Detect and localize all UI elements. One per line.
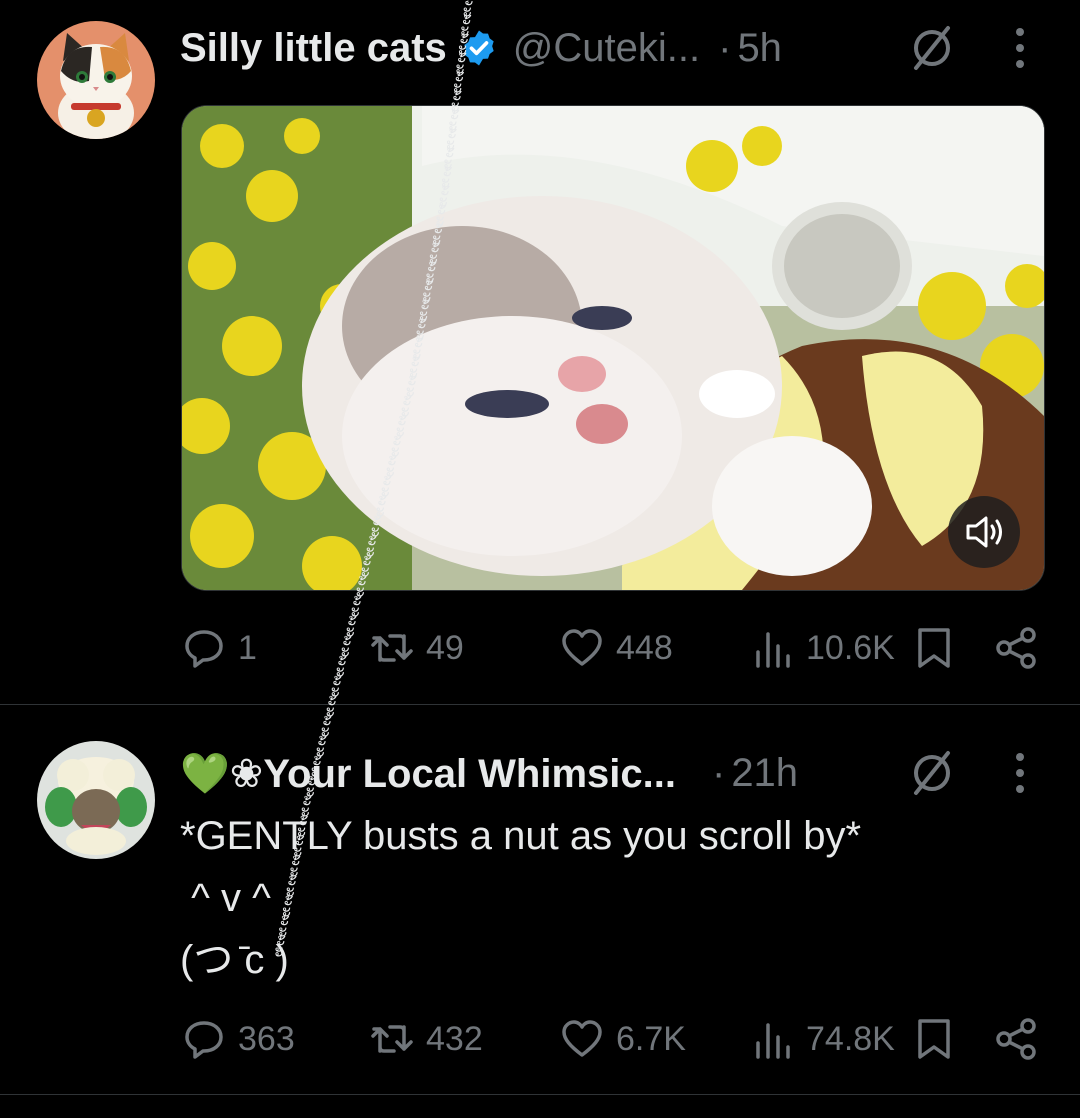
author-name[interactable]: 💚❀Your Local Whimsic... [180, 750, 676, 797]
kitten-video[interactable] [181, 105, 1045, 591]
share-icon [996, 1018, 1036, 1060]
avatar-calico-cat[interactable] [37, 21, 155, 139]
bookmark-button[interactable] [912, 1009, 968, 1069]
sound-toggle-button[interactable] [948, 496, 1020, 568]
more-options-icon[interactable] [1010, 749, 1030, 797]
reply-count: 1 [238, 628, 257, 667]
tweet-silly-little-cats[interactable]: Silly little cats @Cuteki... · 5h 1 49 4… [0, 0, 1080, 704]
share-button[interactable] [994, 1009, 1050, 1069]
bookmark-icon [918, 1019, 950, 1059]
share-button[interactable] [994, 618, 1050, 678]
like-button[interactable]: 448 [560, 618, 673, 678]
tweet-header: Silly little cats @Cuteki... · 5h [180, 20, 782, 76]
more-options-icon[interactable] [1010, 24, 1030, 72]
views-count: 74.8K [806, 1019, 895, 1058]
author-handle[interactable]: @Cuteki... [513, 26, 700, 71]
reply-count: 363 [238, 1019, 295, 1058]
tweet-text-line-2: ^ v ^ [180, 876, 271, 920]
reply-button[interactable]: 1 [182, 618, 257, 678]
reply-icon [185, 630, 223, 668]
tweet-text-line-1: *GENTLY busts a nut as you scroll by* [180, 814, 862, 858]
like-count: 6.7K [616, 1019, 686, 1058]
video-frame [182, 106, 1044, 590]
avatar-whimsicott[interactable] [37, 741, 155, 859]
grok-icon[interactable] [908, 24, 956, 72]
verified-badge-icon [464, 30, 494, 66]
heart-icon [562, 1020, 602, 1057]
views-count: 10.6K [806, 628, 895, 667]
timestamp[interactable]: 21h [731, 751, 798, 796]
tweet-actions: 1 49 448 10.6K [0, 618, 1080, 678]
tweet-actions: 363 432 6.7K 74.8K [0, 1009, 1080, 1069]
separator-dot: · [711, 750, 726, 795]
views-button[interactable]: 10.6K [750, 618, 895, 678]
tweet-divider [0, 1094, 1080, 1095]
tweet-your-local-whimsic[interactable]: 💚❀Your Local Whimsic... · 21h *GENTLY bu… [0, 705, 1080, 1095]
grok-icon[interactable] [908, 749, 956, 797]
retweet-button[interactable]: 49 [370, 618, 464, 678]
bookmark-button[interactable] [912, 618, 968, 678]
tweet-header: 💚❀Your Local Whimsic... · 21h [180, 745, 798, 801]
retweet-icon [371, 1025, 413, 1053]
views-button[interactable]: 74.8K [750, 1009, 895, 1069]
author-name[interactable]: Silly little cats [180, 26, 447, 71]
reply-icon [185, 1021, 223, 1059]
retweet-count: 432 [426, 1019, 483, 1058]
bookmark-icon [918, 628, 950, 668]
reply-button[interactable]: 363 [182, 1009, 295, 1069]
analytics-icon [756, 1023, 790, 1059]
like-button[interactable]: 6.7K [560, 1009, 686, 1069]
share-icon [996, 627, 1036, 669]
like-count: 448 [616, 628, 673, 667]
retweet-count: 49 [426, 628, 464, 667]
heart-icon [562, 629, 602, 666]
retweet-icon [371, 634, 413, 662]
speaker-icon [966, 516, 1002, 548]
analytics-icon [756, 632, 790, 668]
separator-dot: · [718, 25, 732, 70]
retweet-button[interactable]: 432 [370, 1009, 483, 1069]
tweet-text-line-3: (つ ̄c ) [180, 938, 289, 982]
timestamp[interactable]: 5h [737, 26, 782, 71]
